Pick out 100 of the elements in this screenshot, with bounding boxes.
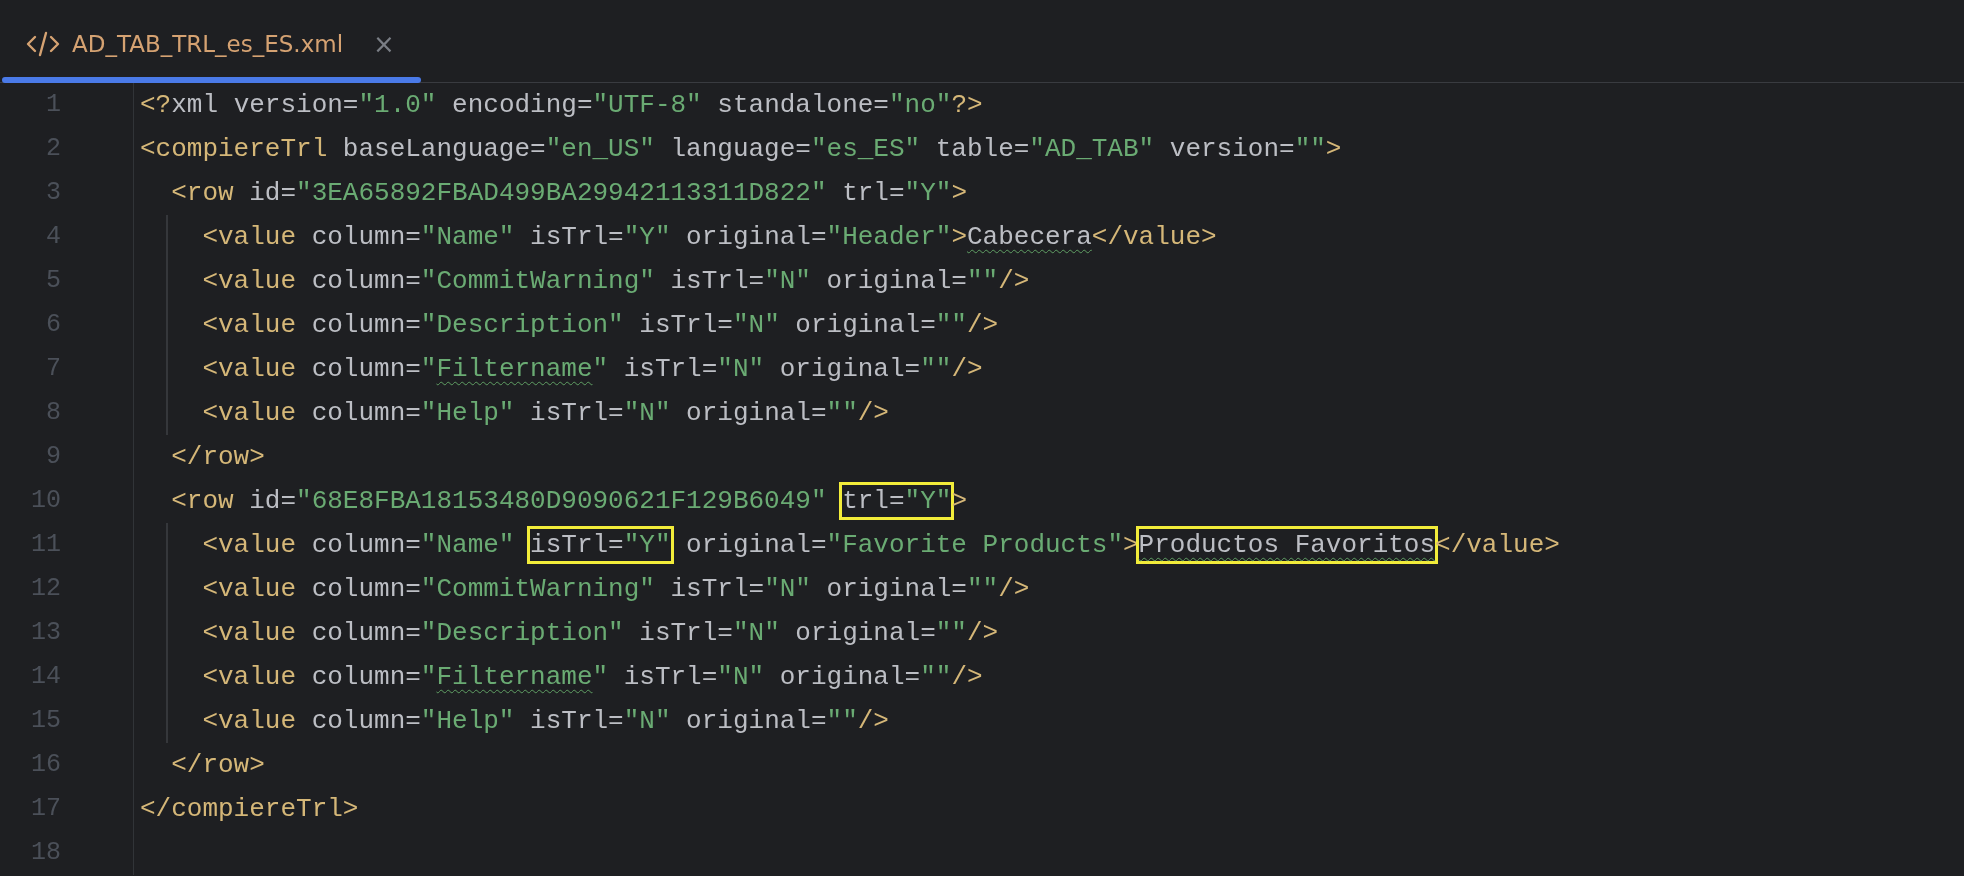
attribute-value: Filtername bbox=[436, 354, 593, 384]
attribute-value: " bbox=[420, 354, 437, 384]
attribute-value: "CommitWarning" bbox=[420, 266, 655, 296]
element-text: Cabecera bbox=[967, 222, 1092, 252]
attribute-name: isTrl= bbox=[530, 530, 624, 560]
attribute-name: id= bbox=[248, 486, 297, 516]
attribute-value: "UTF-8" bbox=[592, 90, 702, 120]
attribute-name: column= bbox=[310, 310, 421, 340]
attribute-name: original= bbox=[685, 222, 827, 252]
attribute-value: "1.0" bbox=[358, 90, 437, 120]
xml-tag: <value bbox=[140, 266, 297, 296]
attribute-name: isTrl= bbox=[529, 706, 624, 736]
xml-tag: /> bbox=[998, 266, 1030, 296]
attribute-name: original= bbox=[825, 266, 967, 296]
attribute-value: Filtername bbox=[436, 662, 593, 692]
attribute-name: original= bbox=[778, 662, 921, 692]
attribute-value: "Description" bbox=[420, 618, 624, 648]
attribute-name: column= bbox=[310, 398, 421, 428]
attribute-name: trl= bbox=[841, 178, 905, 208]
attribute-value: "Y" bbox=[904, 178, 952, 208]
xml-tag: </value> bbox=[1091, 222, 1217, 252]
attribute-name: xml version= bbox=[171, 90, 359, 120]
attribute-name: column= bbox=[310, 618, 421, 648]
xml-tag: <value bbox=[140, 706, 297, 736]
attribute-value: "N" bbox=[732, 618, 780, 648]
attribute-value: "Y" bbox=[623, 530, 671, 560]
attribute-value: "" bbox=[935, 618, 967, 648]
xml-tag: <value bbox=[140, 574, 297, 604]
attribute-value: "CommitWarning" bbox=[420, 574, 655, 604]
attribute-value: "en_US" bbox=[545, 134, 655, 164]
attribute-value: "Name" bbox=[420, 222, 515, 252]
attribute-name: encoding= bbox=[451, 90, 593, 120]
attribute-name: column= bbox=[310, 662, 421, 692]
attribute-value: "Description" bbox=[420, 310, 624, 340]
xml-tag: > bbox=[951, 222, 967, 252]
attribute-value: "" bbox=[920, 662, 952, 692]
xml-tag: <? bbox=[140, 90, 172, 120]
attribute-name: original= bbox=[685, 398, 827, 428]
attribute-name: language= bbox=[669, 134, 811, 164]
attribute-value: "N" bbox=[732, 310, 780, 340]
attribute-value: "Name" bbox=[420, 530, 516, 560]
attribute-name: table= bbox=[934, 134, 1030, 164]
xml-tag: <value bbox=[140, 530, 297, 560]
attribute-value: "" bbox=[826, 398, 858, 428]
attribute-value: "Help" bbox=[420, 706, 515, 736]
attribute-value: "" bbox=[920, 354, 952, 384]
xml-tag: /> bbox=[857, 706, 889, 736]
attribute-name: column= bbox=[310, 574, 421, 604]
attribute-name: original= bbox=[794, 310, 936, 340]
attribute-value: "N" bbox=[623, 706, 671, 736]
attribute-name: isTrl= bbox=[622, 662, 718, 692]
xml-tag: /> bbox=[857, 398, 889, 428]
attribute-name: original= bbox=[825, 574, 967, 604]
attribute-value: "Y" bbox=[904, 486, 952, 516]
xml-tag: <row bbox=[140, 486, 234, 516]
attribute-name: isTrl= bbox=[638, 618, 733, 648]
attribute-name: baseLanguage= bbox=[341, 134, 546, 164]
attribute-value: "" bbox=[935, 310, 967, 340]
attribute-name: isTrl= bbox=[669, 574, 765, 604]
attribute-value: "Y" bbox=[623, 222, 671, 252]
attribute-value: " bbox=[420, 662, 437, 692]
attribute-name: id= bbox=[248, 178, 297, 208]
element-text: Productos Favoritos bbox=[1138, 530, 1436, 560]
attribute-name: original= bbox=[794, 618, 936, 648]
attribute-value: " bbox=[592, 354, 609, 384]
xml-tag: > bbox=[1325, 134, 1342, 164]
xml-tag: </row> bbox=[140, 750, 265, 780]
xml-tag: <value bbox=[140, 354, 297, 384]
attribute-name: trl= bbox=[842, 486, 905, 516]
attribute-value: "N" bbox=[717, 662, 765, 692]
attribute-name: column= bbox=[310, 222, 421, 252]
xml-tag: <value bbox=[140, 222, 297, 252]
attribute-name: original= bbox=[685, 706, 827, 736]
attribute-name: original= bbox=[778, 354, 921, 384]
attribute-value: "Help" bbox=[420, 398, 515, 428]
attribute-value: "3EA65892FBAD499BA29942113311D822" bbox=[296, 178, 827, 208]
attribute-value: "Favorite Products" bbox=[826, 530, 1123, 560]
xml-tag: ?> bbox=[951, 90, 983, 120]
xml-tag: <value bbox=[140, 662, 297, 692]
attribute-name: column= bbox=[310, 266, 421, 296]
xml-tag: > bbox=[951, 178, 967, 208]
xml-tag: <value bbox=[140, 398, 297, 428]
attribute-name: isTrl= bbox=[669, 266, 765, 296]
attribute-value: "N" bbox=[717, 354, 765, 384]
xml-tag: <value bbox=[140, 618, 297, 648]
attribute-name: version= bbox=[1168, 134, 1295, 164]
xml-tag: /> bbox=[951, 354, 983, 384]
attribute-value: "N" bbox=[623, 398, 671, 428]
attribute-value: "no" bbox=[888, 90, 952, 120]
attribute-value: "" bbox=[966, 574, 999, 604]
file-tab[interactable]: AD_TAB_TRL_es_ES.xml × bbox=[2, 0, 421, 82]
xml-tag: /> bbox=[998, 574, 1030, 604]
attribute-name: column= bbox=[310, 706, 421, 736]
xml-tag: <value bbox=[140, 310, 297, 340]
attribute-name: column= bbox=[310, 530, 421, 560]
close-button[interactable]: × bbox=[373, 29, 395, 59]
attribute-name: original= bbox=[685, 530, 827, 560]
attribute-value: "es_ES" bbox=[810, 134, 921, 164]
xml-tag: /> bbox=[967, 618, 999, 648]
xml-tag: /> bbox=[951, 662, 983, 692]
